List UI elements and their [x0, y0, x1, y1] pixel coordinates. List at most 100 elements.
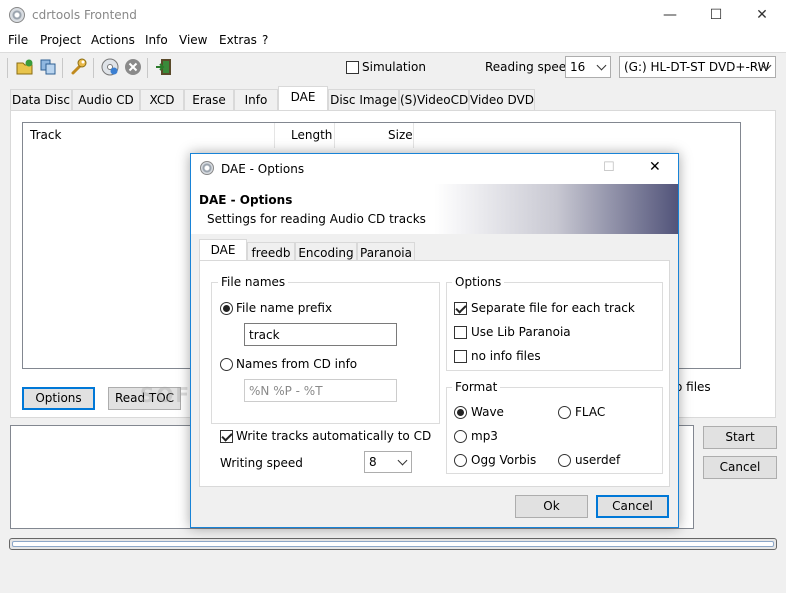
start-button[interactable]: Start [703, 426, 777, 449]
tab-xcd[interactable]: XCD [140, 89, 184, 111]
column-divider [274, 123, 275, 148]
open-project-icon[interactable] [16, 58, 34, 76]
minimize-button[interactable]: — [647, 0, 693, 30]
cancel-main-button[interactable]: Cancel [703, 456, 777, 479]
reading-speed-select[interactable]: 16 [565, 56, 611, 78]
writing-speed-value: 8 [369, 455, 377, 469]
menu-project[interactable]: Project [40, 33, 81, 47]
chevron-down-icon [397, 455, 408, 466]
menu-info[interactable]: Info [145, 33, 168, 47]
close-button[interactable]: ✕ [739, 0, 785, 30]
writing-speed-label: Writing speed [220, 456, 303, 470]
cd-info-input[interactable]: %N %P - %T [244, 379, 397, 402]
tab-audio-cd[interactable]: Audio CD [72, 89, 140, 111]
progress-bar [9, 538, 777, 550]
format-wave-label: Wave [471, 405, 504, 419]
separate-file-checkbox[interactable] [454, 302, 467, 315]
tab-disc-image[interactable]: Disc Image [328, 89, 399, 111]
tab-svideocd[interactable]: (S)VideoCD [399, 89, 469, 111]
format-userdef-radio[interactable] [558, 454, 571, 467]
format-wave-radio[interactable] [454, 406, 467, 419]
column-track[interactable]: Track [30, 123, 61, 148]
menu-view[interactable]: View [179, 33, 207, 47]
maximize-button[interactable]: ☐ [693, 0, 739, 30]
drive-select[interactable]: (G:) HL-DT-ST DVD+-RW [619, 56, 776, 78]
dlg-tab-freedb[interactable]: freedb [247, 242, 295, 261]
dialog-title-bar: DAE - Options ☐ ✕ [191, 154, 678, 184]
menu-bar: File Project Actions Info View Extras ? [0, 30, 786, 52]
format-mp3-radio[interactable] [454, 430, 467, 443]
format-flac-label: FLAC [575, 405, 606, 419]
column-size[interactable]: Size [388, 123, 413, 148]
dialog-disc-icon [200, 161, 214, 175]
reading-speed-value: 16 [570, 60, 586, 74]
column-length[interactable]: Length [291, 123, 332, 148]
writing-speed-select[interactable]: 8 [364, 451, 412, 473]
dialog-header-subtitle: Settings for reading Audio CD tracks [207, 212, 426, 226]
dialog-maximize-button: ☐ [603, 160, 615, 175]
file-prefix-radio[interactable] [220, 302, 233, 315]
toolbar-separator [7, 58, 8, 78]
window-title: cdrtools Frontend [32, 8, 137, 22]
options-button[interactable]: Options [22, 387, 95, 410]
menu-help[interactable]: ? [262, 33, 268, 47]
dialog-title: DAE - Options [221, 162, 305, 176]
cd-info-radio[interactable] [220, 358, 233, 371]
menu-file[interactable]: File [8, 33, 28, 47]
file-prefix-input[interactable]: track [244, 323, 397, 346]
write-tracks-label: Write tracks automatically to CD [236, 429, 432, 443]
title-bar: cdrtools Frontend — ☐ ✕ [0, 0, 786, 30]
file-prefix-label: File name prefix [236, 301, 333, 315]
exit-icon[interactable] [155, 58, 173, 76]
tab-data-disc[interactable]: Data Disc [10, 89, 72, 111]
dlg-tab-paranoia[interactable]: Paranoia [357, 242, 415, 261]
tab-info[interactable]: Info [234, 89, 278, 111]
tab-video-dvd[interactable]: Video DVD [469, 89, 535, 111]
dialog-header-title: DAE - Options [199, 193, 293, 207]
dlg-tab-dae[interactable]: DAE [199, 239, 247, 261]
tab-erase[interactable]: Erase [184, 89, 234, 111]
no-info-checkbox[interactable] [454, 350, 467, 363]
format-userdef-label: userdef [575, 453, 621, 467]
dlg-dae-panel: File names File name prefix track Names … [199, 260, 670, 487]
menu-actions[interactable]: Actions [91, 33, 135, 47]
format-ogg-label: Ogg Vorbis [471, 453, 537, 467]
reading-speed-label: Reading speed [485, 60, 574, 74]
separate-file-label: Separate file for each track [471, 301, 635, 315]
column-divider [413, 123, 414, 148]
wrench-icon[interactable] [70, 58, 88, 76]
toolbar-separator [93, 58, 94, 78]
toolbar: Simulation Reading speed 16 (G:) HL-DT-S… [0, 52, 786, 82]
column-divider [334, 123, 335, 148]
ok-button[interactable]: Ok [515, 495, 588, 518]
format-label: Format [452, 380, 501, 394]
lib-paranoia-label: Use Lib Paranoia [471, 325, 571, 339]
dialog-header: DAE - Options Settings for reading Audio… [191, 184, 678, 234]
app-disc-icon [9, 7, 25, 23]
stop-icon[interactable] [124, 58, 142, 76]
simulation-checkbox[interactable] [346, 61, 359, 74]
dialog-close-button[interactable]: ✕ [649, 159, 661, 175]
partial-no-info-label: o files [675, 380, 711, 394]
tab-dae[interactable]: DAE [278, 86, 328, 111]
format-ogg-radio[interactable] [454, 454, 467, 467]
file-names-label: File names [218, 275, 289, 289]
no-info-label: no info files [471, 349, 541, 363]
disc-burn-icon[interactable] [101, 58, 119, 76]
toolbar-separator [62, 58, 63, 78]
drive-value: (G:) HL-DT-ST DVD+-RW [624, 60, 770, 74]
format-mp3-label: mp3 [471, 429, 498, 443]
lib-paranoia-checkbox[interactable] [454, 326, 467, 339]
dae-options-dialog: DAE - Options ☐ ✕ DAE - Options Settings… [190, 153, 679, 528]
copy-icon[interactable] [39, 58, 57, 76]
format-flac-radio[interactable] [558, 406, 571, 419]
dialog-cancel-button[interactable]: Cancel [596, 495, 669, 518]
dlg-tab-encoding[interactable]: Encoding [295, 242, 357, 261]
write-tracks-checkbox[interactable] [220, 430, 233, 443]
toolbar-separator [147, 58, 148, 78]
menu-extras[interactable]: Extras [219, 33, 257, 47]
cd-info-label: Names from CD info [236, 357, 358, 371]
options-label: Options [452, 275, 505, 289]
simulation-label: Simulation [362, 60, 426, 74]
chevron-down-icon [596, 60, 607, 71]
